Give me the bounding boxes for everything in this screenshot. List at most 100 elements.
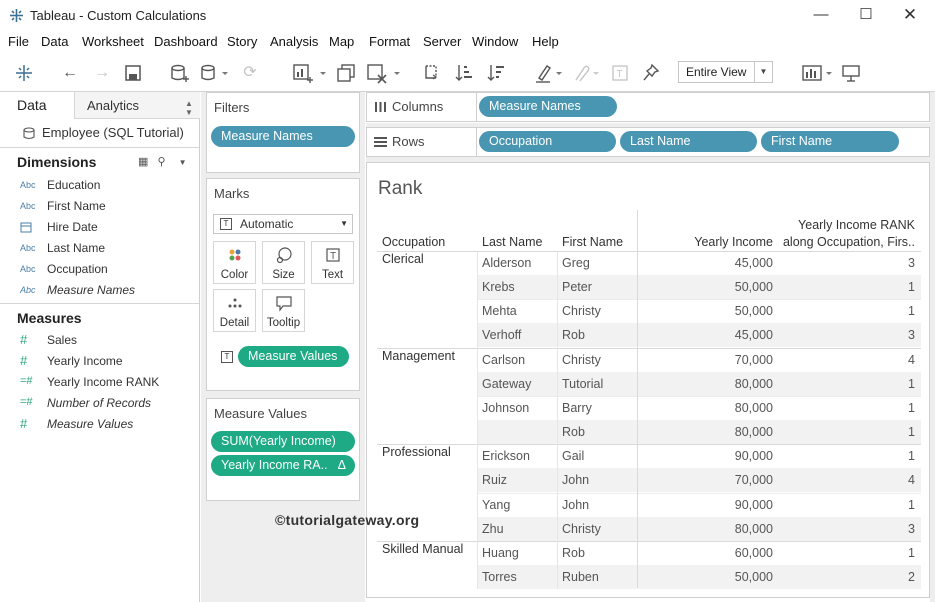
cell-yearly-income[interactable]: 50,000: [637, 299, 773, 323]
cell-last-name[interactable]: Huang: [482, 541, 519, 565]
cell-occupation[interactable]: Skilled Manual: [382, 537, 463, 561]
cell-first-name[interactable]: Peter: [562, 275, 592, 299]
cell-yearly-income[interactable]: 50,000: [637, 565, 773, 589]
cell-occupation[interactable]: Professional: [382, 440, 451, 464]
cell-last-name[interactable]: Mehta: [482, 299, 517, 323]
cell-last-name[interactable]: Yang: [482, 493, 510, 517]
mv-pill-yearly-income-rank[interactable]: Yearly Income RA.. Δ: [211, 455, 355, 476]
mark-type-select[interactable]: T Automatic ▼: [213, 214, 353, 234]
undo-icon[interactable]: ←: [60, 62, 80, 84]
cell-first-name[interactable]: Greg: [562, 251, 590, 275]
cell-first-name[interactable]: Christy: [562, 348, 601, 372]
presentation-mode-icon[interactable]: [841, 62, 861, 84]
pane-collapse-icon[interactable]: ▲ ▼: [185, 99, 193, 117]
redo-icon[interactable]: →: [92, 62, 112, 84]
cell-first-name[interactable]: John: [562, 468, 589, 492]
cell-last-name[interactable]: Alderson: [482, 251, 531, 275]
rows-pill-first-name[interactable]: First Name: [761, 131, 899, 152]
cell-first-name[interactable]: Rob: [562, 420, 585, 444]
cell-yearly-income[interactable]: 50,000: [637, 275, 773, 299]
marks-card[interactable]: Marks T Automatic ▼ Color Size T Text De…: [206, 178, 360, 391]
swap-rows-columns-icon[interactable]: [422, 62, 442, 84]
menu-file[interactable]: File: [8, 34, 29, 49]
cell-yearly-income[interactable]: 45,000: [637, 323, 773, 347]
cell-last-name[interactable]: Krebs: [482, 275, 515, 299]
rows-shelf[interactable]: Rows Occupation Last Name First Name: [366, 127, 930, 157]
columns-pill-measure-names[interactable]: Measure Names: [479, 96, 617, 117]
cell-last-name[interactable]: Torres: [482, 565, 517, 589]
menu-worksheet[interactable]: Worksheet: [82, 34, 144, 49]
cell-first-name[interactable]: Gail: [562, 444, 584, 468]
cell-last-name[interactable]: Johnson: [482, 396, 529, 420]
cell-yearly-income[interactable]: 80,000: [637, 372, 773, 396]
cell-rank[interactable]: 1: [777, 372, 915, 396]
header-rank-line1[interactable]: Yearly Income RANK: [777, 218, 915, 232]
new-datasource-icon[interactable]: [170, 62, 190, 84]
filter-pill-measure-names[interactable]: Measure Names: [211, 126, 355, 147]
cell-rank[interactable]: 1: [777, 420, 915, 444]
cell-yearly-income[interactable]: 70,000: [637, 348, 773, 372]
menu-format[interactable]: Format: [369, 34, 410, 49]
view-as-list-icon[interactable]: ▦: [138, 156, 148, 168]
cell-last-name[interactable]: Ruiz: [482, 468, 507, 492]
menu-dashboard[interactable]: Dashboard: [154, 34, 218, 49]
close-icon[interactable]: ✕: [899, 5, 921, 25]
highlight-icon[interactable]: [533, 62, 563, 84]
cell-rank[interactable]: 1: [777, 444, 915, 468]
cell-last-name[interactable]: Carlson: [482, 348, 525, 372]
show-mark-labels-icon[interactable]: T: [610, 62, 630, 84]
header-yearly-income[interactable]: Yearly Income: [637, 235, 773, 249]
menu-help[interactable]: Help: [532, 34, 559, 49]
marks-pill-measure-values[interactable]: Measure Values: [238, 346, 349, 367]
fit-view-select[interactable]: Entire View ▼: [678, 61, 773, 83]
cell-yearly-income[interactable]: 60,000: [637, 541, 773, 565]
pause-updates-icon[interactable]: [200, 62, 228, 84]
sort-descending-icon[interactable]: [486, 62, 506, 84]
cell-first-name[interactable]: John: [562, 493, 589, 517]
header-first-name[interactable]: First Name: [562, 235, 623, 249]
cell-rank[interactable]: 4: [777, 348, 915, 372]
size-button[interactable]: Size: [262, 241, 305, 284]
menu-data[interactable]: Data: [41, 34, 68, 49]
cell-first-name[interactable]: Rob: [562, 323, 585, 347]
columns-shelf[interactable]: Columns Measure Names: [366, 92, 930, 122]
clear-sheet-icon[interactable]: [366, 62, 400, 84]
cell-yearly-income[interactable]: 80,000: [637, 396, 773, 420]
filters-card[interactable]: Filters Measure Names: [206, 92, 360, 173]
cell-rank[interactable]: 1: [777, 541, 915, 565]
cell-yearly-income[interactable]: 45,000: [637, 251, 773, 275]
cell-rank[interactable]: 1: [777, 396, 915, 420]
menu-analysis[interactable]: Analysis: [270, 34, 318, 49]
cell-rank[interactable]: 3: [777, 323, 915, 347]
cell-first-name[interactable]: Barry: [562, 396, 592, 420]
sort-ascending-icon[interactable]: [454, 62, 474, 84]
search-icon[interactable]: ⚲: [157, 156, 165, 168]
cell-rank[interactable]: 3: [777, 517, 915, 541]
cell-yearly-income[interactable]: 80,000: [637, 420, 773, 444]
cell-last-name[interactable]: Erickson: [482, 444, 530, 468]
maximize-icon[interactable]: ☐: [855, 5, 877, 25]
cell-occupation[interactable]: Management: [382, 344, 455, 368]
mv-pill-sum-yearly-income[interactable]: SUM(Yearly Income): [211, 431, 355, 452]
tableau-home-icon[interactable]: [14, 62, 34, 84]
cell-rank[interactable]: 4: [777, 468, 915, 492]
tab-analytics[interactable]: Analytics: [87, 98, 139, 113]
detail-button[interactable]: Detail: [213, 289, 256, 332]
color-button[interactable]: Color: [213, 241, 256, 284]
cell-last-name[interactable]: Verhoff: [482, 323, 521, 347]
cell-first-name[interactable]: Tutorial: [562, 372, 603, 396]
rows-pill-last-name[interactable]: Last Name: [620, 131, 757, 152]
cell-last-name[interactable]: Gateway: [482, 372, 531, 396]
group-members-icon[interactable]: [570, 62, 600, 84]
chevron-down-icon[interactable]: ▼: [179, 158, 187, 167]
menu-story[interactable]: Story: [227, 34, 257, 49]
cell-first-name[interactable]: Christy: [562, 517, 601, 541]
header-rank-line2[interactable]: along Occupation, Firs..: [777, 235, 915, 249]
fix-axes-pin-icon[interactable]: [641, 62, 661, 84]
menu-map[interactable]: Map: [329, 34, 354, 49]
cell-rank[interactable]: 2: [777, 565, 915, 589]
save-icon[interactable]: [124, 62, 144, 84]
cell-yearly-income[interactable]: 90,000: [637, 444, 773, 468]
cell-rank[interactable]: 1: [777, 299, 915, 323]
cell-first-name[interactable]: Ruben: [562, 565, 599, 589]
